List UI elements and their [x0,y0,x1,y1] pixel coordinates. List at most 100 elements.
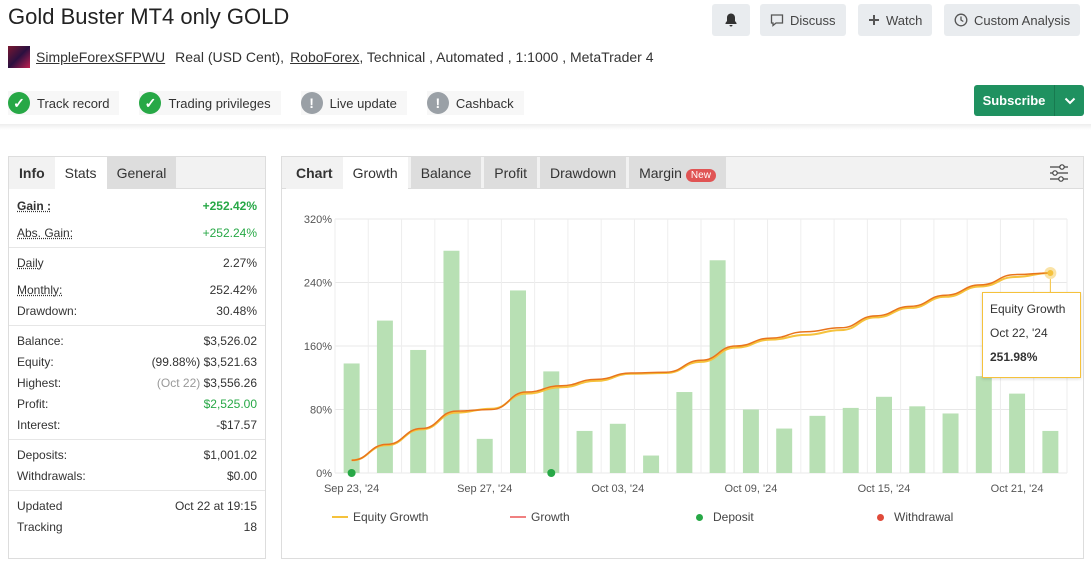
plus-icon [869,15,879,25]
tab-info[interactable]: Info [9,157,55,189]
x-tick-label: Oct 21, '24 [991,483,1044,495]
chart-tabs: Chart Growth Balance Profit Drawdown Mar… [282,157,1083,189]
account-details: , Technical , Automated , 1:1000 , MetaT… [359,49,654,65]
x-tick-label: Sep 27, '24 [457,483,512,495]
stat-daily: Daily 2.27% [17,255,257,270]
tab-margin[interactable]: Margin New [629,157,726,189]
x-tick-label: Sep 23, '24 [324,483,379,495]
sliders-icon [1050,163,1068,182]
chart-tooltip: Equity Growth Oct 22, '24 251.98% [982,292,1081,378]
exclamation-icon: ! [300,92,323,114]
watch-label: Watch [886,12,923,28]
exclamation-icon: ! [426,92,449,114]
growth-chart[interactable]: 0% 80% 160% 240% 320% Sep 23, '24 Sep 27, '24 O… [282,190,1083,500]
badge-track-record[interactable]: ✓ Track record [8,91,120,115]
y-tick-label: 80% [310,405,332,417]
legend-line-icon [510,516,526,518]
growth-bar [676,392,693,473]
badge-label: Trading privileges [168,95,271,111]
growth-bar [443,250,460,473]
x-tick-label: Oct 15, '24 [858,483,911,495]
y-tick-label: 320% [304,214,332,226]
stats-list: Gain : +252.42% Abs. Gain: +252.24% Daily 2… [9,189,265,537]
tab-balance[interactable]: Balance [410,157,482,189]
subscribe-button[interactable]: Subscribe [974,85,1084,116]
stat-profit: Profit: $2,525.00 [17,396,257,411]
bell-icon [725,13,737,27]
x-tick-label: Oct 03, '24 [591,483,644,495]
chart-settings-button[interactable] [1043,157,1075,188]
system-meta: SimpleForexSFPWU Real (USD Cent), RoboFo… [8,46,654,68]
growth-bar [1009,393,1026,473]
subscribe-dropdown[interactable] [1055,97,1084,105]
broker-link[interactable]: RoboForex [290,49,359,65]
stat-interest: Interest: -$17.57 [17,417,257,432]
user-link[interactable]: SimpleForexSFPWU [36,49,165,65]
badge-trading-privileges[interactable]: ✓ Trading privileges [139,91,281,115]
tab-general[interactable]: General [106,157,177,189]
deposit-marker [347,469,356,477]
comment-icon [770,14,784,27]
tab-growth[interactable]: Growth [342,157,408,189]
stat-deposits: Deposits: $1,001.02 [17,447,257,462]
subscribe-label: Subscribe [982,93,1046,108]
growth-bar [742,409,759,473]
growth-bar [876,396,892,473]
badge-label: Track record [37,95,110,111]
stats-panel: Info Stats General Gain : +252.42% Abs. G… [8,156,266,559]
tab-stats[interactable]: Stats [54,157,107,189]
badge-label: Live update [329,95,397,111]
check-icon: ✓ [8,92,30,114]
legend-equity-growth[interactable]: Equity Growth [332,510,510,524]
custom-analysis-button[interactable]: Custom Analysis [944,4,1081,36]
page-title: Gold Buster MT4 only GOLD [8,4,290,29]
growth-bar [343,363,360,473]
discuss-label: Discuss [790,12,836,28]
avatar[interactable] [8,46,30,68]
growth-bar [476,438,493,473]
stat-drawdown: Drawdown: 30.48% [17,303,257,318]
stat-highest: Highest: (Oct 22) $3,556.26 [17,375,257,390]
stat-equity: Equity: (99.88%) $3,521.63 [17,354,257,369]
legend-deposit[interactable]: Deposit [696,510,877,524]
growth-bar [510,290,526,473]
new-badge: New [685,169,716,182]
check-icon: ✓ [139,92,162,114]
stat-gain: Gain : +252.42% [17,198,257,213]
growth-bar [410,349,427,473]
y-tick-label: 160% [304,341,332,353]
chart-legend: Equity Growth Growth Deposit Withdrawal [332,510,1032,524]
custom-analysis-label: Custom Analysis [974,12,1071,28]
badge-live-update[interactable]: ! Live update [300,91,407,115]
legend-withdrawal[interactable]: Withdrawal [877,510,953,524]
growth-bar [376,320,393,473]
tooltip-title: Equity Growth [990,302,1066,316]
stat-balance: Balance: $3,526.02 [17,333,257,348]
x-tick-label: Oct 09, '24 [724,483,777,495]
verification-badges: ✓ Track record ✓ Trading privileges ! Li… [8,91,524,115]
legend-line-icon [332,516,348,518]
growth-bar [1042,430,1059,473]
growth-bar [942,413,959,473]
badge-label: Cashback [455,95,514,111]
deposit-marker [547,469,556,477]
stat-withdrawals: Withdrawals: $0.00 [17,468,257,483]
legend-dot-icon [877,513,884,521]
tab-chart[interactable]: Chart [286,157,343,189]
legend-dot-icon [696,513,703,521]
watch-button[interactable]: Watch [858,4,933,36]
legend-growth[interactable]: Growth [510,510,696,524]
stats-tabs: Info Stats General [9,157,265,189]
chevron-down-icon [1064,97,1075,104]
clock-icon [954,13,968,27]
discuss-button[interactable]: Discuss [760,4,846,36]
hover-point [1047,269,1054,276]
growth-bar [643,455,660,473]
badge-cashback[interactable]: ! Cashback [426,91,524,115]
tab-profit[interactable]: Profit [484,157,537,189]
notification-button[interactable] [712,4,750,36]
tab-drawdown[interactable]: Drawdown [539,157,627,189]
account-type: Real (USD Cent), [175,49,285,65]
y-tick-label: 240% [304,278,332,290]
growth-bar [909,406,926,473]
